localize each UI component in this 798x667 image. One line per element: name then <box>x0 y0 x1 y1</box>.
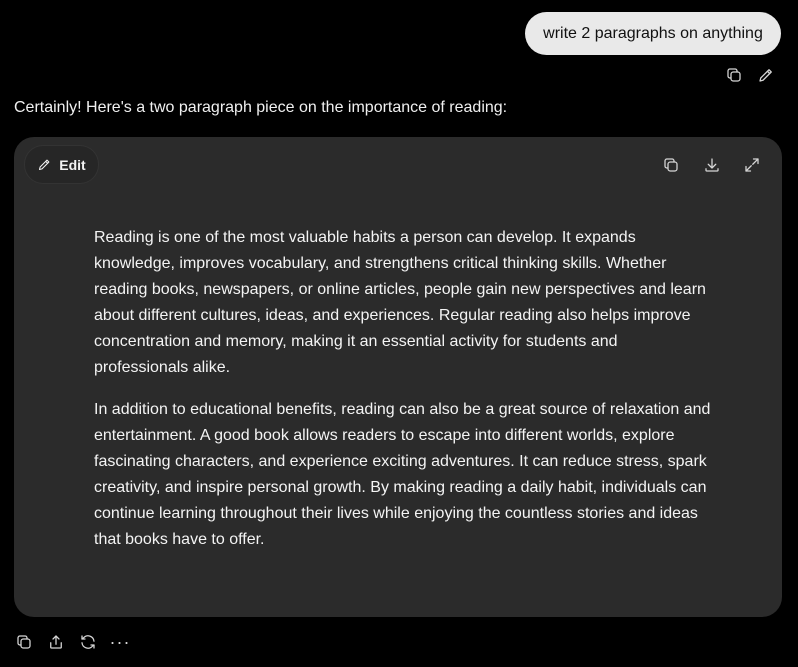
regenerate-response-button[interactable] <box>76 630 100 654</box>
pencil-icon <box>39 159 50 171</box>
edit-message-button[interactable] <box>754 63 778 87</box>
share-icon <box>50 635 62 649</box>
paragraph-1: Reading is one of the most valuable habi… <box>94 229 706 376</box>
copy-icon <box>664 158 678 172</box>
edit-label: Edit <box>59 156 86 173</box>
download-icon <box>705 158 719 172</box>
document-canvas: Edit Reading is one of the most valuable… <box>14 137 782 617</box>
download-document-button[interactable] <box>700 153 724 177</box>
expand-icon <box>745 158 759 172</box>
expand-document-button[interactable] <box>740 153 764 177</box>
copy-icon <box>727 68 741 82</box>
edit-document-button[interactable]: Edit <box>25 146 98 183</box>
pencil-icon <box>759 69 772 82</box>
user-message-text: write 2 paragraphs on anything <box>543 25 763 42</box>
copy-response-button[interactable] <box>12 630 36 654</box>
copy-document-button[interactable] <box>659 153 683 177</box>
copy-message-button[interactable] <box>722 63 746 87</box>
regenerate-icon <box>81 635 95 649</box>
more-options-button[interactable]: ··· <box>108 630 132 654</box>
copy-icon <box>17 635 31 649</box>
share-response-button[interactable] <box>44 630 68 654</box>
assistant-intro-text: Certainly! Here's a two paragraph piece … <box>14 99 508 116</box>
more-icon: ··· <box>109 632 131 652</box>
document-body: Reading is one of the most valuable habi… <box>94 225 714 569</box>
user-message-bubble: write 2 paragraphs on anything <box>525 12 781 55</box>
paragraph-2: In addition to educational benefits, rea… <box>94 401 711 548</box>
